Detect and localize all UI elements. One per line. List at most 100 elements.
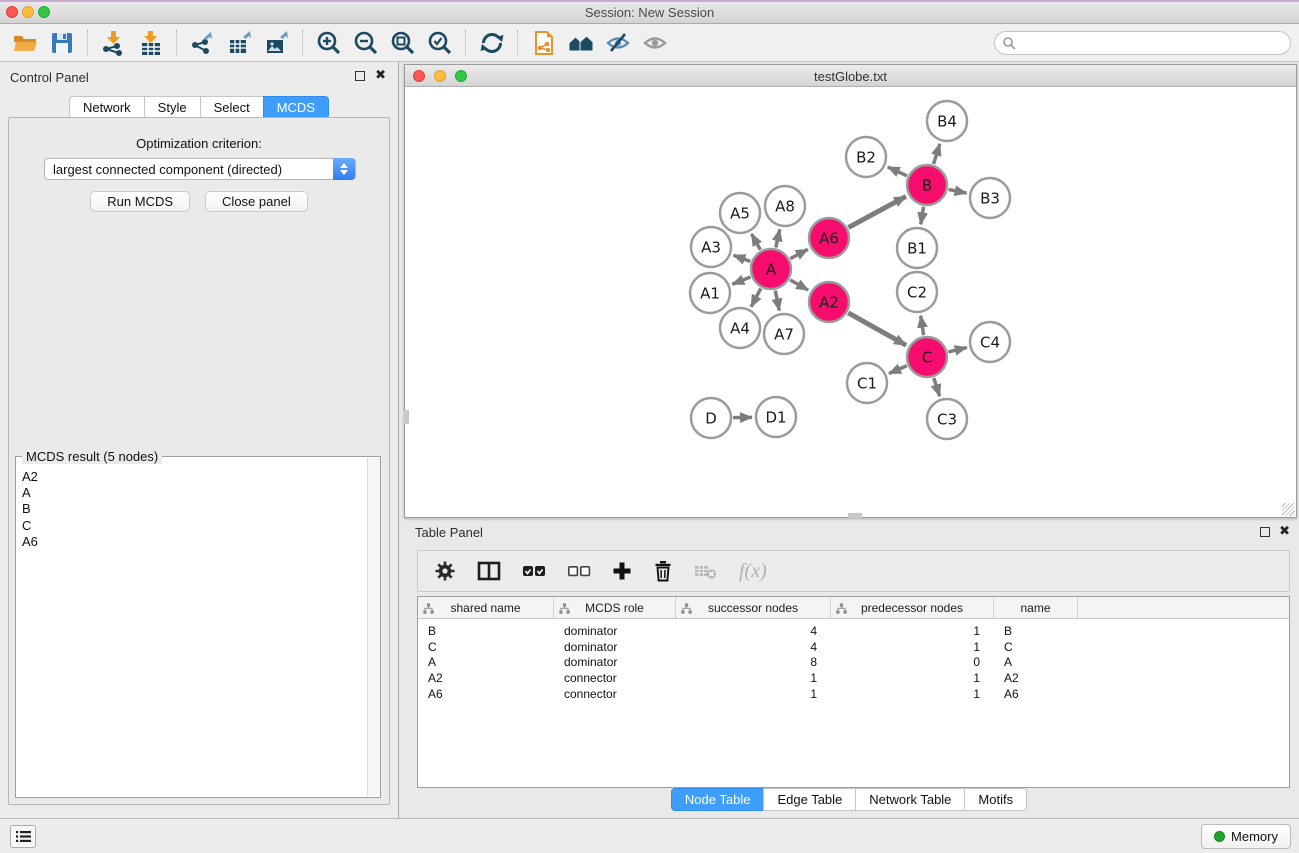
import-table-icon[interactable] [132,27,169,59]
mcds-result-item[interactable]: A6 [22,534,366,550]
graph-edge-C-C4[interactable] [948,348,966,352]
graph-edge-B-B4[interactable] [934,144,940,164]
export-table-icon[interactable] [221,27,258,59]
table-row[interactable]: A6connector11A6 [418,686,1289,702]
graph-node-C1[interactable]: C1 [847,363,887,403]
tab-mcds[interactable]: MCDS [263,96,329,119]
graph-edge-A-A3[interactable] [734,255,751,261]
graph-node-C4[interactable]: C4 [970,322,1010,362]
table-cell[interactable]: A2 [994,671,1078,685]
graph-node-A2[interactable]: A2 [809,282,849,322]
tab-select[interactable]: Select [200,96,264,119]
graph-edge-B-B1[interactable] [921,207,924,225]
graph-node-A3[interactable]: A3 [691,227,731,267]
graph-edge-A-A1[interactable] [732,277,750,284]
graph-node-C3[interactable]: C3 [927,399,967,439]
network-window-titlebar[interactable]: testGlobe.txt [405,65,1296,87]
graph-node-B3[interactable]: B3 [970,178,1010,218]
table-cell[interactable]: C [418,640,554,654]
window-edge-handle[interactable] [404,410,409,424]
column-header-MCDS-role[interactable]: MCDS role [554,597,676,618]
graph-node-B4[interactable]: B4 [927,101,967,141]
show-columns-icon[interactable] [477,561,501,581]
table-cell[interactable]: connector [554,671,676,685]
home-icon[interactable] [562,27,599,59]
add-column-icon[interactable] [612,561,632,581]
graph-node-D[interactable]: D [691,398,731,438]
graph-node-A4[interactable]: A4 [720,308,760,348]
column-header-name[interactable]: name [994,597,1078,618]
zoom-fit-icon[interactable] [384,27,421,59]
export-network-icon[interactable] [184,27,221,59]
tab-network-table[interactable]: Network Table [855,788,965,811]
graph-edge-A2-C[interactable] [848,313,906,345]
table-row[interactable]: Bdominator41B [418,623,1289,639]
tab-node-table[interactable]: Node Table [671,788,765,811]
select-all-icon[interactable] [522,563,546,579]
table-cell[interactable]: 1 [831,640,994,654]
table-cell[interactable]: 8 [676,655,831,669]
table-cell[interactable]: dominator [554,640,676,654]
table-options-icon[interactable] [434,560,456,582]
graph-edge-C-C2[interactable] [921,316,924,336]
mcds-result-item[interactable]: B [22,501,366,517]
graph-node-A6[interactable]: A6 [809,218,849,258]
optimization-criterion-select[interactable]: largest connected component (directed) [44,158,356,180]
search-input[interactable] [994,31,1291,55]
table-cell[interactable]: 1 [831,687,994,701]
graph-edge-A-A7[interactable] [775,291,779,311]
task-history-button[interactable] [10,825,36,848]
graph-node-A7[interactable]: A7 [764,314,804,354]
table-row[interactable]: Adominator80A [418,655,1289,671]
memory-button[interactable]: Memory [1201,824,1291,849]
table-cell[interactable]: 1 [676,671,831,685]
graph-node-A1[interactable]: A1 [690,273,730,313]
table-cell[interactable]: dominator [554,624,676,638]
graph-node-A8[interactable]: A8 [765,186,805,226]
mcds-result-item[interactable]: A [22,485,366,501]
graph-node-D1[interactable]: D1 [756,397,796,437]
table-cell[interactable]: connector [554,687,676,701]
graph-edge-A-A6[interactable] [790,249,807,258]
close-panel-button[interactable]: Close panel [205,191,308,212]
graph-node-A5[interactable]: A5 [720,193,760,233]
table-row[interactable]: Cdominator41C [418,639,1289,655]
table-cell[interactable]: 1 [831,671,994,685]
tab-edge-table[interactable]: Edge Table [763,788,856,811]
close-panel-icon[interactable]: ✖ [1279,524,1290,538]
table-cell[interactable]: B [418,624,554,638]
graph-edge-A6-B[interactable] [848,196,906,227]
tab-style[interactable]: Style [144,96,201,119]
table-cell[interactable]: A [418,655,554,669]
zoom-out-icon[interactable] [347,27,384,59]
column-header-successor-nodes[interactable]: successor nodes [676,597,831,618]
table-cell[interactable]: B [994,624,1078,638]
deselect-all-icon[interactable] [567,563,591,579]
close-panel-icon[interactable]: ✖ [375,68,386,82]
table-cell[interactable]: 0 [831,655,994,669]
show-all-icon[interactable] [636,27,673,59]
graph-node-B1[interactable]: B1 [897,228,937,268]
graph-node-C[interactable]: C [907,337,947,377]
network-canvas[interactable]: A A1 A2 A3 A4 A5 A6 A7 A8 B B1 B2 B3B4 C C1 C2 C3C4 D D1 [405,87,1296,517]
float-panel-icon[interactable] [1260,527,1270,537]
mcds-result-scrollbar[interactable] [367,458,380,796]
table-cell[interactable]: 4 [676,640,831,654]
table-cell[interactable]: A6 [994,687,1078,701]
tab-network[interactable]: Network [69,96,145,119]
graph-edge-A-A4[interactable] [751,288,761,306]
import-network-icon[interactable] [95,27,132,59]
graph-node-A[interactable]: A [751,249,791,289]
graph-edge-A-A5[interactable] [752,234,761,250]
mcds-result-item[interactable]: C [22,518,366,534]
table-cell[interactable]: A [994,655,1078,669]
graph-node-B[interactable]: B [907,165,947,205]
graph-node-B2[interactable]: B2 [846,137,886,177]
open-session-icon[interactable] [6,27,43,59]
table-cell[interactable]: dominator [554,655,676,669]
graph-edge-B-B3[interactable] [949,189,967,193]
mcds-result-item[interactable]: A2 [22,469,366,485]
column-header-shared-name[interactable]: shared name [418,597,554,618]
table-cell[interactable]: 1 [676,687,831,701]
graph-node-C2[interactable]: C2 [897,272,937,312]
